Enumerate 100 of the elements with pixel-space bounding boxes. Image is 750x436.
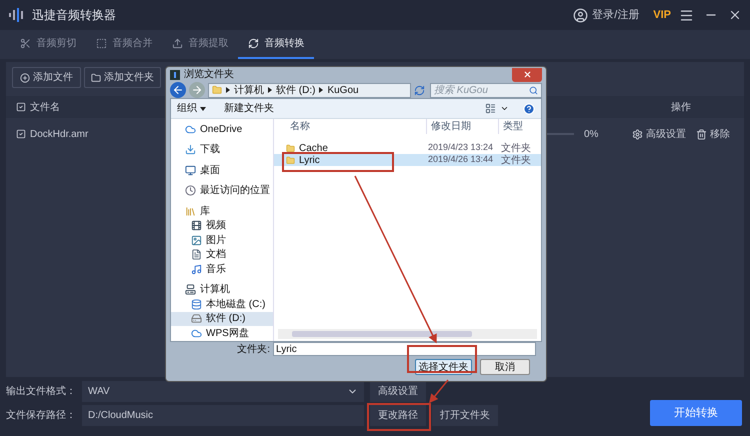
modified-date: 2019/4/23 13:24	[427, 141, 494, 154]
organize-menu[interactable]: 组织	[177, 101, 206, 116]
tab[interactable]: 音频剪切	[10, 30, 86, 59]
download-icon	[185, 144, 196, 156]
upload-icon	[172, 38, 182, 49]
caret-icon	[200, 106, 206, 110]
close-icon	[522, 70, 532, 79]
start-convert-button[interactable]: 开始转换	[650, 400, 742, 426]
cloud-icon	[191, 328, 202, 339]
format-dropdown[interactable]: WAV	[82, 381, 364, 402]
change-path-button[interactable]: 更改路径	[370, 405, 426, 426]
address-bar[interactable]: 计算机 软件 (D:) KuGou	[208, 82, 411, 98]
close-button[interactable]	[512, 68, 542, 82]
nav-item[interactable]: 下载	[171, 142, 273, 157]
highlight-frame	[367, 403, 431, 431]
login-link[interactable]: 登录/注册	[592, 6, 640, 24]
library-icon	[185, 206, 196, 217]
file-name: DockHdr.amr	[30, 128, 88, 142]
film-icon	[191, 220, 202, 232]
breadcrumb-item[interactable]: 软件 (D:)	[276, 82, 316, 98]
nav-item[interactable]: 视频	[171, 218, 273, 233]
add-folder-button[interactable]: 添加文件夹	[84, 67, 161, 88]
logo-icon	[8, 8, 24, 22]
format-label: 输出文件格式：	[6, 384, 76, 399]
breadcrumb-item[interactable]: 计算机	[234, 82, 264, 98]
modified-date: 2019/4/26 13:44	[427, 153, 494, 166]
gear-icon	[632, 128, 643, 140]
disk-icon	[191, 298, 202, 310]
music-icon	[191, 264, 202, 275]
scissors-icon	[20, 38, 30, 49]
path-label: 文件保存路径：	[6, 408, 76, 423]
user-icon	[573, 8, 588, 22]
back-icon[interactable]	[170, 82, 186, 98]
breadcrumb-item[interactable]: KuGou	[327, 82, 359, 98]
file-type: 文件夹	[500, 142, 531, 154]
nav-item[interactable]: WPS网盘	[171, 326, 273, 340]
checkbox-icon[interactable]	[16, 102, 26, 112]
arrow-icon	[319, 87, 324, 93]
file-row[interactable]: Cache 2019/4/23 13:24 文件夹	[274, 142, 541, 154]
tab[interactable]: 音频提取	[162, 30, 238, 59]
computer-icon	[185, 284, 196, 296]
plus-icon	[20, 72, 30, 82]
folder-icon	[286, 156, 295, 164]
dialog-title: 浏览文件夹	[184, 68, 234, 82]
nav-item[interactable]: 文档	[171, 248, 273, 262]
tab[interactable]: 音频转换	[238, 30, 314, 59]
close-icon[interactable]	[728, 8, 742, 22]
annotation-arrow	[429, 380, 449, 404]
column-header: 名称	[289, 120, 311, 134]
vip-label[interactable]: VIP	[653, 6, 671, 24]
app-title: 迅捷音频转换器	[32, 7, 116, 24]
arrow-icon	[226, 87, 230, 93]
refresh-icon[interactable]	[414, 84, 425, 96]
arrow-icon	[268, 87, 272, 93]
nav-item[interactable]: 音乐	[171, 262, 273, 276]
column-header: 类型	[498, 119, 523, 134]
folder-label: 文件夹:	[237, 342, 270, 356]
clock-icon	[185, 185, 196, 196]
nav-item[interactable]: 图片	[171, 233, 273, 248]
merge-icon	[96, 38, 106, 49]
nav-item[interactable]: OneDrive	[171, 122, 273, 136]
highlight-frame	[407, 345, 477, 373]
cancel-button[interactable]: 取消	[480, 358, 530, 374]
folder-icon	[91, 72, 101, 82]
nav-item[interactable]: 计算机	[171, 282, 273, 297]
advanced-settings-button[interactable]: 高级设置	[370, 381, 426, 402]
trash-icon	[696, 128, 707, 140]
add-file-button[interactable]: 添加文件	[12, 67, 81, 88]
view-icon[interactable]	[485, 103, 496, 114]
progress-percent: 0%	[584, 128, 600, 142]
nav-item[interactable]: 软件 (D:)	[171, 312, 273, 326]
drive-icon	[191, 313, 202, 324]
file-type: 文件夹	[500, 154, 531, 168]
document-icon	[191, 249, 202, 260]
folder-icon	[212, 85, 222, 95]
file-row[interactable]: Lyric 2019/4/26 13:44 文件夹	[274, 154, 541, 166]
help-icon[interactable]	[523, 102, 535, 114]
path-field[interactable]: D:/CloudMusic	[82, 405, 364, 426]
folder-input[interactable]: Lyric	[273, 342, 536, 356]
nav-item[interactable]: 桌面	[171, 163, 273, 178]
horizontal-scrollbar[interactable]	[278, 328, 537, 338]
logo-icon	[170, 70, 180, 80]
tab[interactable]: 音频合并	[86, 30, 162, 59]
checkbox-icon[interactable]	[16, 129, 26, 139]
menu-icon[interactable]	[679, 8, 694, 22]
nav-item[interactable]: 库	[171, 204, 273, 218]
remove-button[interactable]: 移除	[696, 126, 730, 142]
column-header: 修改日期	[426, 119, 498, 134]
image-icon	[191, 234, 202, 246]
column-header: 操作	[671, 100, 691, 114]
monitor-icon	[185, 164, 196, 176]
folder-name: Lyric	[299, 154, 320, 168]
new-folder-button[interactable]: 新建文件夹	[224, 101, 274, 116]
chevron-down-icon[interactable]	[500, 104, 509, 113]
folder-name: Cache	[299, 142, 328, 156]
advanced-settings-button[interactable]: 高级设置	[632, 126, 686, 142]
nav-item[interactable]: 本地磁盘 (C:)	[171, 297, 273, 312]
column-header: 文件名	[30, 100, 60, 114]
open-folder-button[interactable]: 打开文件夹	[432, 405, 498, 426]
nav-item[interactable]: 最近访问的位置	[171, 184, 273, 198]
